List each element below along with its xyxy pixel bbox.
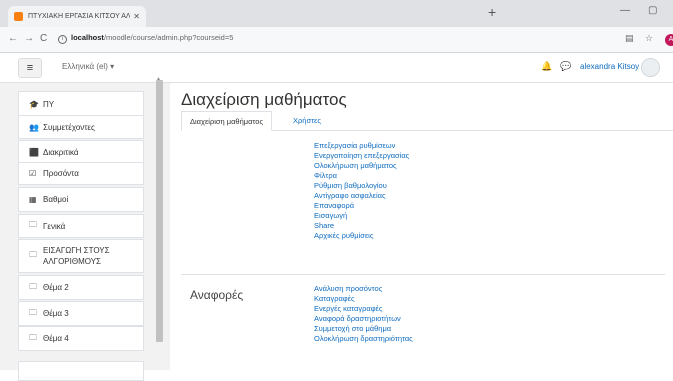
address-bar: ← → C i localhost/moodle/course/admin.php… [0,27,673,53]
folder-icon: 🗀 [29,307,37,317]
page-title: Διαχείριση μαθήματος [181,90,347,109]
user-avatar[interactable] [641,58,660,77]
course-admin-links: Επεξεργασία ρυθμίσεων Ενεργοποίηση επεξε… [314,141,409,241]
link-backup[interactable]: Αντίγραφο ασφαλείας [314,191,409,201]
link-edit-settings[interactable]: Επεξεργασία ρυθμίσεων [314,141,409,151]
bookmark-star-icon[interactable]: ☆ [645,33,653,44]
forward-icon[interactable]: → [24,33,34,44]
url-path: /moodle/course/admin.php?courseid=5 [103,33,234,42]
drawer-item-label: Γενικά [43,221,66,231]
tab-course-administration[interactable]: Διαχείριση μαθήματος [181,111,273,131]
graduation-cap-icon: 🎓 [29,99,39,109]
maximize-icon[interactable]: ▢ [648,5,657,16]
drawer-item-label: ΠΥ [43,99,55,109]
link-activity-report[interactable]: Αναφορά δραστηριοτήτων [314,314,413,324]
drawer-item-label: Διακριτικά [43,147,79,157]
checkbox-icon: ☑ [29,169,37,178]
url-host: localhost [71,33,104,42]
folder-icon: 🗀 [29,281,37,291]
shield-icon: ⬛ [29,147,39,157]
drawer-item-general[interactable]: 🗀 Γενικά [18,214,144,238]
reports-section-title: Αναφορές [190,288,244,302]
browser-profile-avatar[interactable]: A [665,34,673,46]
drawer-item-label: Προσόντα [43,169,79,178]
drawer-item-partial[interactable] [18,361,144,381]
drawer-item-participants[interactable]: 👥 Συμμετέχοντες [18,115,144,139]
tab-users[interactable]: Χρήστες [285,111,329,131]
link-activity-completion[interactable]: Ολοκλήρωση δραστηριότητας [314,334,413,344]
link-course-participation[interactable]: Συμμετοχή στο μάθημα [314,324,413,334]
drawer-scrollbar[interactable] [156,80,163,342]
browser-tab-title: ΠΤΥΧΙΑΚΗ ΕΡΓΑΣΙΑ ΚΙΤΣΟΥ ΑΛΕΞ [28,13,131,20]
menu-toggle-button[interactable]: ≡ [18,58,42,78]
language-menu[interactable]: Ελληνικά (el) ▾ [62,62,114,71]
section-divider [181,274,665,275]
grid-icon: ▦ [29,195,37,204]
drawer-item-badges[interactable]: ⬛ Διακριτικά [18,140,144,164]
users-icon: 👥 [29,122,39,132]
site-info-icon[interactable]: i [58,35,67,44]
nav-drawer: 🎓 ΠΥ 👥 Συμμετέχοντες ⬛ Διακριτικά ☑ Προσ… [0,83,170,381]
close-tab-icon[interactable]: ✕ [133,12,140,21]
link-course-completion[interactable]: Ολοκλήρωση μαθήματος [314,161,409,171]
drawer-item-label: ΕΙΣΑΓΩΓΗ ΣΤΟΥΣ ΑΛΓΟΡΙΘΜΟΥΣ [43,246,110,266]
link-filters[interactable]: Φίλτρα [314,171,409,181]
folder-icon: 🗀 [29,332,37,342]
new-tab-icon[interactable]: + [488,4,496,20]
browser-tab-strip: ΠΤΥΧΙΑΚΗ ΕΡΓΑΣΙΑ ΚΙΤΣΟΥ ΑΛΕΞ ✕ + — ▢ [0,0,673,27]
link-logs[interactable]: Καταγραφές [314,294,413,304]
drawer-item-grades[interactable]: ▦ Βαθμοί [18,187,144,212]
tab-bar: Διαχείριση μαθήματος Χρήστες [181,111,673,131]
link-gradebook-setup[interactable]: Ρύθμιση βαθμολογίου [314,181,409,191]
notifications-bell-icon[interactable]: 🔔 [541,61,552,72]
drawer-item-label: Θέμα 2 [43,283,69,292]
folder-icon: 🗀 [29,250,37,259]
link-turn-editing-on[interactable]: Ενεργοποίηση επεξεργασίας [314,151,409,161]
browser-tab[interactable]: ΠΤΥΧΙΑΚΗ ΕΡΓΑΣΙΑ ΚΙΤΣΟΥ ΑΛΕΞ ✕ [8,6,146,27]
user-menu-name[interactable]: alexandra Kitsoy [580,62,639,71]
drawer-item-competencies[interactable]: ☑ Προσόντα [18,162,144,185]
link-live-logs[interactable]: Ενεργές καταγραφές [314,304,413,314]
drawer-item-topic-4[interactable]: 🗀 Θέμα 4 [18,326,144,351]
drawer-item-label: Βαθμοί [43,195,69,204]
translate-icon[interactable]: ▤ [625,33,634,44]
messages-icon[interactable]: 💬 [560,61,571,72]
drawer-item-label: Θέμα 4 [43,334,69,343]
drawer-item-intro-algorithms[interactable]: 🗀 ΕΙΣΑΓΩΓΗ ΣΤΟΥΣ ΑΛΓΟΡΙΘΜΟΥΣ [18,239,144,273]
moodle-navbar: ≡ Ελληνικά (el) ▾ 🔔 💬 alexandra Kitsoy [0,53,673,83]
drawer-item-course[interactable]: 🎓 ΠΥ [18,91,144,117]
drawer-item-label: Θέμα 3 [43,309,69,318]
url-field[interactable]: i localhost/moodle/course/admin.php?cours… [58,33,233,44]
drawer-item-topic-2[interactable]: 🗀 Θέμα 2 [18,275,144,300]
link-reset[interactable]: Αρχικές ρυθμίσεις [314,231,409,241]
drawer-item-topic-3[interactable]: 🗀 Θέμα 3 [18,301,144,326]
moodle-favicon-icon [14,12,23,21]
drawer-item-label: Συμμετέχοντες [43,122,95,132]
link-restore[interactable]: Επαναφορά [314,201,409,211]
reload-icon[interactable]: C [40,33,47,44]
link-import[interactable]: Εισαγωγή [314,211,409,221]
back-icon[interactable]: ← [8,33,18,44]
report-links: Ανάλυση προσόντος Καταγραφές Ενεργές κατ… [314,284,413,344]
main-content: Διαχείριση μαθήματος Διαχείριση μαθήματο… [171,83,673,370]
link-share[interactable]: Share [314,221,409,231]
link-competency-breakdown[interactable]: Ανάλυση προσόντος [314,284,413,294]
folder-icon: 🗀 [29,220,37,229]
minimize-icon[interactable]: — [620,5,630,16]
